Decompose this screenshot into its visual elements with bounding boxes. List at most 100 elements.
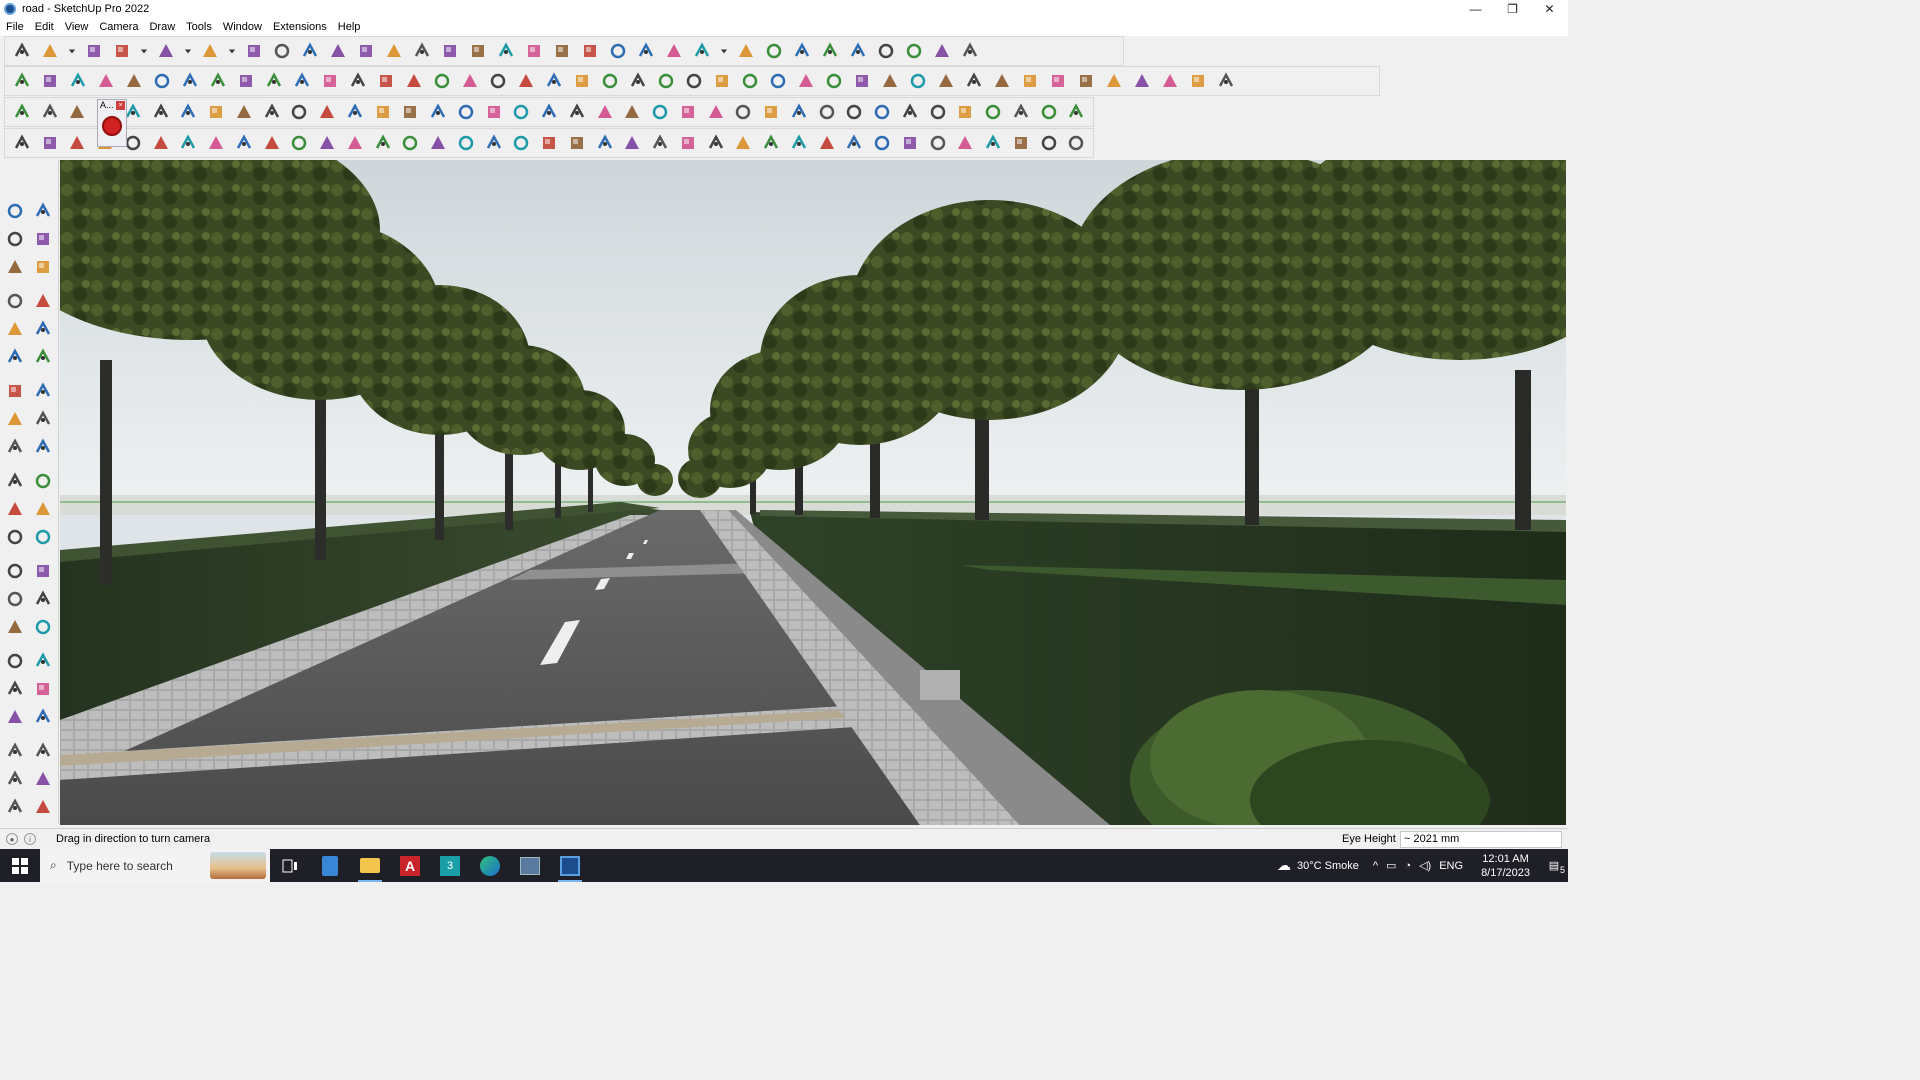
volume-icon[interactable]: ◁)	[1419, 859, 1431, 872]
top-view-button[interactable]	[37, 68, 63, 94]
house-6-button[interactable]	[597, 68, 623, 94]
taskbar-app-autocad[interactable]: A	[390, 849, 430, 882]
red-square-button[interactable]	[203, 99, 229, 125]
left-tool-display-section-planes[interactable]	[2, 766, 28, 792]
wheel-button[interactable]	[370, 130, 396, 156]
dash-circle-button[interactable]	[1036, 99, 1062, 125]
text-button[interactable]	[409, 38, 435, 64]
left-tool-scale[interactable]	[2, 496, 28, 522]
left-tool-zoom[interactable]	[2, 648, 28, 674]
hand-grid-button[interactable]	[481, 130, 507, 156]
floating-panel-close-icon[interactable]: ×	[116, 101, 125, 110]
hatch-5-button[interactable]	[980, 130, 1006, 156]
left-tool-display-section-fill[interactable]	[2, 794, 28, 820]
chevron-up-icon[interactable]: ^	[1373, 860, 1378, 872]
menu-view[interactable]: View	[65, 21, 89, 33]
car-button[interactable]	[65, 130, 91, 156]
menu-tools[interactable]: Tools	[186, 21, 212, 33]
left-tool-select[interactable]	[2, 198, 28, 224]
tree-button[interactable]	[731, 99, 757, 125]
eraser-button[interactable]	[81, 38, 107, 64]
panel-2-button[interactable]	[1213, 68, 1239, 94]
zoom-button[interactable]	[9, 38, 35, 64]
house-4-button[interactable]	[541, 68, 567, 94]
left-tool-section-fill-2[interactable]	[30, 794, 56, 820]
dropdown-button[interactable]	[137, 38, 151, 64]
eraser-pink-button[interactable]	[1017, 68, 1043, 94]
section-plane-button[interactable]	[605, 38, 631, 64]
plane-blue-2-button[interactable]	[345, 68, 371, 94]
curve-button[interactable]	[653, 68, 679, 94]
dropdown-button[interactable]	[225, 38, 239, 64]
left-tool-paint-bucket[interactable]	[2, 226, 28, 252]
left-tool-look-around[interactable]	[30, 704, 56, 730]
hatch-4-button[interactable]	[953, 130, 979, 156]
pan-button[interactable]	[493, 38, 519, 64]
slash-3-button[interactable]	[647, 130, 673, 156]
rectangle-button[interactable]	[197, 38, 223, 64]
leaf-2-button[interactable]	[536, 130, 562, 156]
yellow-face-button[interactable]	[65, 99, 91, 125]
wifi-icon[interactable]: ◔	[1404, 860, 1411, 872]
left-tool-circle[interactable]	[2, 344, 28, 370]
slash-button[interactable]	[592, 130, 618, 156]
select-button[interactable]	[37, 38, 63, 64]
axes-pink-button[interactable]	[261, 68, 287, 94]
left-tool-tape-measure[interactable]	[30, 254, 56, 280]
axes-red-button[interactable]	[93, 68, 119, 94]
orange-arc-button[interactable]	[176, 99, 202, 125]
left-tool-3d-text[interactable]	[30, 586, 56, 612]
sandbox-button[interactable]	[817, 38, 843, 64]
zoom-window-button[interactable]	[521, 38, 547, 64]
zoom-extents-button[interactable]	[549, 38, 575, 64]
iso-view-button[interactable]	[9, 68, 35, 94]
roof-white-button[interactable]	[1157, 68, 1183, 94]
section-fill-button[interactable]	[633, 38, 659, 64]
left-tool-eraser[interactable]	[30, 226, 56, 252]
left-tool-pan[interactable]	[30, 614, 56, 640]
axes-orange-button[interactable]	[205, 68, 231, 94]
left-tool-walk[interactable]	[2, 738, 28, 764]
close-button[interactable]: ✕	[1531, 0, 1568, 18]
frame-button[interactable]	[259, 99, 285, 125]
orbit-button[interactable]	[465, 38, 491, 64]
layers-button[interactable]	[661, 38, 687, 64]
shape-ellipse-button[interactable]	[793, 68, 819, 94]
left-tool-orbit[interactable]	[30, 198, 56, 224]
left-tool-display-section-cuts[interactable]	[30, 766, 56, 792]
shape-parallelogram-button[interactable]	[821, 68, 847, 94]
menu-draw[interactable]: Draw	[149, 21, 175, 33]
left-tool-dimension[interactable]	[30, 524, 56, 550]
dropdown-button[interactable]	[181, 38, 195, 64]
stairs-2-button[interactable]	[287, 130, 313, 156]
line-red-button[interactable]	[314, 130, 340, 156]
house-button[interactable]	[457, 68, 483, 94]
green-block-button[interactable]	[401, 68, 427, 94]
shape-spiral-button[interactable]	[877, 68, 903, 94]
spiral-red-button[interactable]	[592, 99, 618, 125]
tile-3-button[interactable]	[842, 130, 868, 156]
tile-2-button[interactable]	[814, 130, 840, 156]
window-frame-button[interactable]	[897, 99, 923, 125]
box-red-button[interactable]	[675, 99, 701, 125]
grid-orange-button[interactable]	[925, 99, 951, 125]
stairs-button[interactable]	[259, 130, 285, 156]
plane-flat-button[interactable]	[148, 130, 174, 156]
paint-bucket-button[interactable]	[437, 38, 463, 64]
axes-yellow-button[interactable]	[233, 68, 259, 94]
menu-edit[interactable]: Edit	[35, 21, 54, 33]
blue-box-button[interactable]	[9, 99, 35, 125]
wood-button[interactable]	[287, 99, 313, 125]
menu-extensions[interactable]: Extensions	[273, 21, 327, 33]
hatch-7-button[interactable]	[1036, 130, 1062, 156]
dots-button[interactable]	[1008, 99, 1034, 125]
cube-yellow-button[interactable]	[814, 99, 840, 125]
menu-help[interactable]: Help	[338, 21, 361, 33]
taskbar-app-sketchup[interactable]	[550, 849, 590, 882]
left-tool-polygon[interactable]	[30, 344, 56, 370]
shape-arc-button[interactable]	[849, 68, 875, 94]
grid-orange-2-button[interactable]	[953, 99, 979, 125]
cross-blue-button[interactable]	[453, 99, 479, 125]
scale-button[interactable]	[353, 38, 379, 64]
dome-button[interactable]	[203, 130, 229, 156]
